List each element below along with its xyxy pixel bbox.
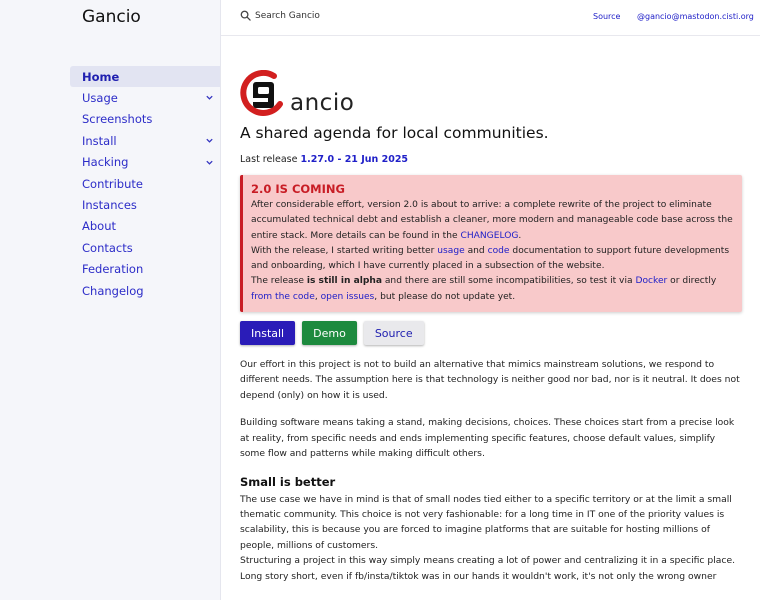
intro-paragraph-2: Building software means taking a stand, … (240, 417, 735, 460)
alert-text: . (518, 230, 522, 241)
alert-bold-text: is still in alpha (306, 276, 382, 287)
sidebar-item-about[interactable]: About (70, 216, 220, 237)
alert-text: or directly (667, 276, 717, 287)
section-title: Small is better (240, 474, 336, 489)
sidebar-item-label: Home (82, 69, 120, 84)
alert-paragraph-2: With the release, I started writing bett… (251, 244, 734, 275)
alert-text: and there are still some incompatibiliti… (381, 276, 636, 287)
alert-text: With the release, I started writing bett… (251, 245, 438, 256)
alert-paragraph-3: The release is still in alpha and there … (251, 274, 734, 305)
sidebar-nav: Home Usage Screenshots Install Hacking C… (70, 66, 220, 301)
release-prefix: Last release (240, 154, 301, 165)
tagline: A shared agenda for local communities. (240, 124, 549, 142)
sidebar-item-hacking[interactable]: Hacking (70, 152, 220, 173)
chevron-down-icon[interactable] (205, 93, 214, 102)
open-issues-link[interactable]: open issues (321, 292, 375, 302)
source-button[interactable]: Source (363, 321, 424, 346)
sidebar-item-label: Contribute (82, 176, 143, 191)
top-bar: Search Gancio Source @gancio@mastodon.ci… (221, 0, 760, 36)
sidebar-item-screenshots[interactable]: Screenshots (70, 109, 220, 130)
sidebar-item-label: Changelog (82, 283, 144, 298)
search-label: Search Gancio (255, 10, 320, 21)
sidebar-item-label: Install (82, 133, 117, 148)
sidebar-item-label: About (82, 219, 117, 234)
sidebar-item-label: Usage (82, 91, 118, 106)
intro-paragraph-1: Our effort in this project is not to bui… (240, 359, 740, 401)
sidebar-item-contribute[interactable]: Contribute (70, 173, 220, 194)
demo-button[interactable]: Demo (302, 321, 357, 346)
action-buttons: Install Demo Source (240, 321, 742, 346)
alert-text: and (464, 245, 488, 256)
docker-link[interactable]: Docker (635, 276, 667, 286)
sidebar-item-install[interactable]: Install (70, 130, 220, 151)
sidebar-item-home[interactable]: Home (70, 66, 220, 88)
alert-text: , but please do not update yet. (374, 291, 516, 302)
alert-paragraph-1: After considerable effort, version 2.0 i… (251, 198, 734, 244)
section-paragraph-3: Long story short, even if fb/insta/tikto… (240, 570, 717, 582)
source-link[interactable]: Source (593, 12, 620, 21)
alert-title: 2.0 IS COMING (251, 182, 345, 196)
main-content: ancio A shared agenda for local communit… (240, 66, 742, 584)
chevron-down-icon[interactable] (205, 158, 214, 167)
section-paragraph-2: Structuring a project in this way simply… (240, 555, 736, 567)
last-release: Last release 1.27.0 - 21 Jun 2025 (240, 154, 742, 165)
usage-link[interactable]: usage (437, 246, 464, 256)
sidebar-item-federation[interactable]: Federation (70, 259, 220, 280)
gancio-logo-icon (240, 70, 283, 116)
search-icon (240, 10, 251, 21)
release-link[interactable]: 1.27.0 - 21 Jun 2025 (300, 154, 408, 165)
code-link[interactable]: code (488, 246, 510, 256)
sidebar-item-label: Screenshots (82, 112, 153, 127)
changelog-link[interactable]: CHANGELOG (460, 231, 518, 241)
mastodon-link[interactable]: @gancio@mastodon.cisti.org (637, 12, 754, 21)
gancio-logo: ancio (240, 66, 742, 116)
chevron-down-icon[interactable] (205, 136, 214, 145)
site-title[interactable]: Gancio (82, 6, 141, 28)
sidebar-item-label: Instances (82, 198, 137, 213)
install-button[interactable]: Install (240, 321, 296, 346)
sidebar-item-usage[interactable]: Usage (70, 87, 220, 108)
search-button[interactable]: Search Gancio (240, 10, 320, 21)
sidebar-item-contacts[interactable]: Contacts (70, 237, 220, 258)
sidebar-item-changelog[interactable]: Changelog (70, 280, 220, 301)
section-paragraph-1: The use case we have in mind is that of … (240, 493, 732, 551)
sidebar-item-instances[interactable]: Instances (70, 194, 220, 215)
sidebar-item-label: Federation (82, 262, 144, 277)
sidebar-item-label: Contacts (82, 240, 133, 255)
sidebar-item-label: Hacking (82, 155, 129, 170)
logo-text: ancio (290, 90, 355, 116)
alert-text: The release (251, 276, 307, 287)
from-code-link[interactable]: from the code (251, 292, 315, 302)
alert-box: 2.0 IS COMING After considerable effort,… (240, 175, 742, 313)
